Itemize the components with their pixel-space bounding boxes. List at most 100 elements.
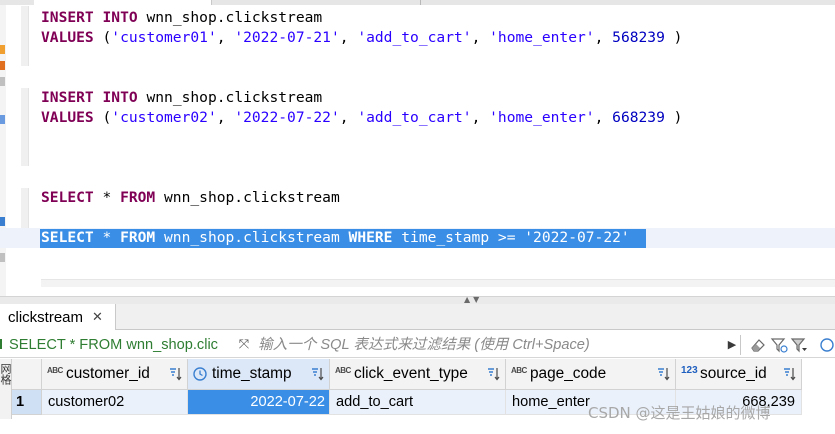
column-header-label: page_code [530, 365, 607, 382]
editor-tab-active[interactable] [34, 0, 212, 5]
code-token: INTO [102, 89, 138, 106]
code-token: 668239 [612, 109, 665, 126]
code-token: '2022-07-22' [234, 109, 340, 126]
code-line[interactable]: VALUES ('customer02', '2022-07-22', 'add… [41, 108, 682, 128]
row-number[interactable]: 1 [12, 390, 42, 415]
column-header-time-stamp[interactable]: time_stamp [188, 359, 330, 390]
expand-arrows-icon[interactable]: ⤧ [235, 336, 253, 354]
table-cell-time-stamp[interactable]: 2022-07-22 [188, 390, 330, 415]
code-token: 'customer01' [111, 29, 217, 46]
results-tab-clickstream[interactable]: clickstream ✕ [0, 304, 116, 330]
eraser-icon[interactable] [750, 336, 766, 354]
editor-tab-strip [0, 0, 835, 5]
close-icon[interactable]: ✕ [92, 311, 103, 324]
grid-corner-cell[interactable] [12, 359, 42, 390]
editor-tab-separator [420, 0, 421, 5]
code-token: , [594, 109, 613, 126]
code-token: , [339, 29, 358, 46]
editor-left-rail [0, 5, 6, 296]
filter-dropdown-icon[interactable] [790, 336, 808, 354]
column-header-label: time_stamp [212, 365, 292, 382]
clock-icon [193, 367, 207, 381]
results-tab-label: clickstream [8, 308, 84, 326]
code-token: ( [93, 109, 112, 126]
column-header-label: click_event_type [354, 365, 468, 382]
sort-arrows-icon[interactable] [485, 366, 501, 382]
filter-settings-icon[interactable] [770, 336, 788, 354]
code-token: 'add_to_cart' [357, 109, 472, 126]
code-token: , [471, 29, 490, 46]
rail-marker-icon [0, 45, 5, 54]
text-type-icon: ABC [335, 366, 351, 375]
code-token: , [339, 109, 358, 126]
column-header-source-id[interactable]: 123 source_id [676, 359, 802, 390]
filter-divider [740, 335, 741, 355]
code-token: ) [664, 109, 683, 126]
code-token: VALUES [41, 109, 94, 126]
sort-arrows-icon[interactable] [309, 366, 325, 382]
code-token: INTO [102, 9, 138, 26]
sql-editor[interactable]: INSERT INTO wnn_shop.clickstream VALUES … [0, 0, 835, 296]
table-cell-customer-id[interactable]: customer02 [42, 390, 188, 415]
code-line-selected[interactable]: SELECT * FROM wnn_shop.clickstream WHERE… [41, 228, 630, 248]
code-token: wnn_shop.clickstream [137, 89, 323, 106]
column-header-customer-id[interactable]: ABC customer_id [42, 359, 188, 390]
code-token: 'customer02' [111, 109, 217, 126]
code-token: INSERT [41, 89, 94, 106]
code-token: , [594, 29, 613, 46]
code-token: ) [664, 29, 683, 46]
text-type-icon: ABC [511, 366, 527, 375]
sort-arrows-icon[interactable] [167, 366, 183, 382]
statement-block-marker [21, 6, 29, 66]
code-token: '2022-07-21' [234, 29, 340, 46]
rail-marker-icon [0, 61, 5, 70]
code-token: SELECT [41, 229, 94, 246]
results-tab-bar: clickstream ✕ [0, 304, 835, 330]
code-token: FROM [120, 189, 156, 206]
code-token: wnn_shop.clickstream [137, 9, 323, 26]
code-token: , [471, 109, 490, 126]
column-header-label: customer_id [66, 365, 150, 382]
code-token: '2022-07-22' [524, 229, 630, 246]
more-options-icon[interactable] [818, 336, 835, 354]
query-text-label[interactable]: SELECT * FROM wnn_shop.clic [0, 335, 230, 355]
filter-bar: SELECT * FROM wnn_shop.clic ⤧ ▶ [0, 331, 835, 358]
editor-horizontal-scrollbar[interactable] [41, 279, 835, 287]
panel-splitter[interactable]: ▲▼ [0, 295, 835, 304]
rail-marker-icon [0, 77, 5, 86]
code-token: wnn_shop.clickstream [155, 229, 349, 246]
column-header-page-code[interactable]: ABC page_code [506, 359, 676, 390]
rail-marker-icon [0, 115, 5, 124]
filter-input[interactable] [256, 334, 721, 356]
text-type-icon: ABC [47, 366, 63, 375]
play-triangle-icon[interactable]: ▶ [725, 335, 739, 355]
code-line[interactable]: INSERT INTO wnn_shop.clickstream [41, 8, 322, 28]
code-token: time_stamp >= [392, 229, 525, 246]
code-token: * [93, 189, 121, 206]
code-token: , [216, 29, 235, 46]
code-token: WHERE [348, 229, 393, 246]
code-line[interactable]: VALUES ('customer01', '2022-07-21', 'add… [41, 28, 682, 48]
code-token: FROM [120, 229, 156, 246]
column-header-click-event-type[interactable]: ABC click_event_type [330, 359, 506, 390]
code-token: 568239 [612, 29, 665, 46]
code-token: ( [93, 29, 112, 46]
column-header-label: source_id [700, 365, 767, 382]
code-token: , [216, 109, 235, 126]
statement-block-marker [21, 88, 29, 166]
numeric-type-icon: 123 [681, 365, 698, 376]
rail-marker-icon [0, 253, 5, 262]
rail-marker-icon [0, 217, 5, 226]
sort-arrows-icon[interactable] [655, 366, 671, 382]
grid-side-tab[interactable]: 网格 [0, 359, 12, 419]
code-line[interactable]: SELECT * FROM wnn_shop.clickstream [41, 188, 340, 208]
code-token: SELECT [41, 189, 94, 206]
code-token: VALUES [41, 29, 94, 46]
sort-arrows-icon[interactable] [781, 366, 797, 382]
code-token: 'home_enter' [489, 29, 595, 46]
code-token: wnn_shop.clickstream [155, 189, 340, 206]
table-cell-click-event-type[interactable]: add_to_cart [330, 390, 506, 415]
code-line[interactable]: INSERT INTO wnn_shop.clickstream [41, 88, 322, 108]
